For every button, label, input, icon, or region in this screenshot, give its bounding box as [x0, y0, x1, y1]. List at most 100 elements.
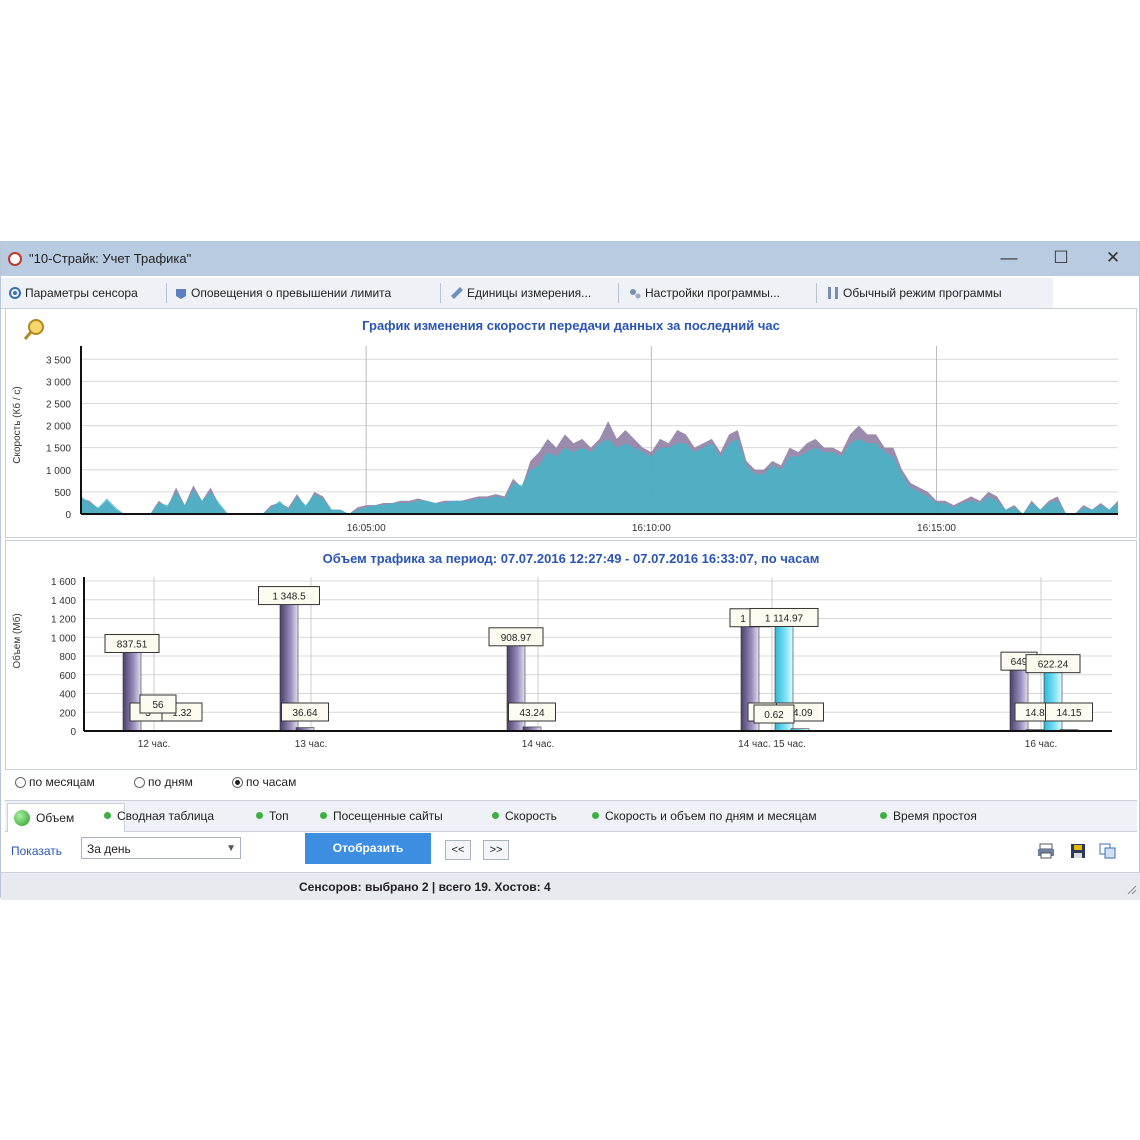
volume-data-label: 649	[1011, 657, 1028, 668]
copy-icon[interactable]	[1099, 843, 1117, 859]
volume-data-label: 837.51	[117, 639, 148, 650]
sensor-params-label: Параметры сенсора	[25, 286, 138, 300]
tab-speed-status-icon	[492, 812, 499, 819]
minimize-button[interactable]: —	[989, 246, 1029, 270]
ruler-icon	[451, 287, 463, 299]
volume-data-label: 908.97	[501, 633, 532, 644]
volume-data-label: 43.24	[519, 708, 544, 719]
volume-bar	[1009, 669, 1029, 732]
normal-mode-label: Обычный режим программы	[843, 286, 1002, 300]
maximize-button[interactable]: ☐	[1041, 246, 1081, 270]
tab-summary-status-icon	[104, 812, 111, 819]
tab-volume-label: Объем	[36, 811, 75, 825]
tab-speed-volume-status-icon	[592, 812, 599, 819]
volume-chart-panel: Объем трафика за период: 07.07.2016 12:2…	[5, 540, 1137, 770]
sensor-params-button[interactable]: Параметры сенсора	[5, 283, 167, 303]
alert-icon	[176, 289, 186, 299]
volume-x-tick-label: 16 час.	[1025, 739, 1057, 750]
volume-x-tick-label: 14 час. 15 час.	[738, 739, 806, 750]
tab-downtime-label: Время простоя	[893, 809, 977, 823]
prev-button[interactable]: <<	[445, 840, 471, 860]
speed-x-tick-label: 16:05:00	[347, 523, 386, 534]
volume-y-tick-label: 200	[59, 708, 76, 719]
next-button[interactable]: >>	[483, 840, 509, 860]
tab-sites-label: Посещенные сайты	[333, 809, 443, 823]
program-settings-button[interactable]: Настройки программы...	[625, 283, 817, 303]
speed-y-tick-label: 500	[54, 488, 71, 499]
volume-data-label: 1 348.5	[272, 592, 306, 603]
volume-x-tick-label: 12 час.	[138, 739, 170, 750]
tab-visited-sites[interactable]: Посещенные сайты	[315, 805, 443, 827]
speed-chart: Скорость (Кб / с) 3 500 3 000 2 500 2 000 1 …	[11, 346, 1118, 534]
volume-data-label: 1 114.97	[765, 613, 804, 624]
speed-y-tick-label: 2 000	[46, 422, 71, 433]
volume-y-tick-label: 800	[59, 652, 76, 663]
display-button[interactable]: Отобразить	[305, 833, 431, 864]
volume-y-axis-label: Объем (Мб)	[11, 613, 23, 668]
speed-y-tick-label: 1 000	[46, 466, 71, 477]
report-tabs: Объем Сводная таблица Топ Посещенные сай…	[5, 800, 1137, 832]
speed-x-tick-label: 16:10:00	[632, 523, 671, 534]
show-label: Показать	[11, 844, 63, 858]
volume-data-label: 0.62	[764, 710, 784, 721]
tab-speed[interactable]: Скорость	[487, 805, 557, 827]
volume-data-label: 56	[152, 700, 164, 711]
radio-by-day-dot	[134, 777, 145, 789]
volume-y-tick-label: 1 400	[51, 596, 76, 607]
radio-by-month[interactable]: по месяцам	[15, 775, 95, 789]
speed-y-axis-label: Скорость (Кб / с)	[11, 386, 23, 464]
volume-x-tick-label: 13 час.	[295, 739, 327, 750]
volume-y-tick-label: 1 000	[51, 633, 76, 644]
speed-y-tick-label: 2 500	[46, 399, 71, 410]
tab-top-label: Топ	[269, 809, 289, 823]
tab-speed-label: Скорость	[505, 809, 557, 823]
save-icon[interactable]	[1069, 843, 1087, 859]
limit-alerts-label: Оповещения о превышении лимита	[191, 286, 392, 300]
volume-y-tick-label: 400	[59, 690, 76, 701]
speed-chart-panel: График изменения скорости передачи данны…	[5, 308, 1137, 538]
tab-downtime[interactable]: Время простоя	[875, 805, 977, 827]
tab-summary-table[interactable]: Сводная таблица	[99, 805, 214, 827]
tab-speed-volume-days[interactable]: Скорость и объем по дням и месяцам	[587, 805, 817, 827]
mode-icon	[828, 287, 838, 299]
app-window: "10-Страйк: Учет Трафика" — ☐ ✕ Параметр…	[0, 241, 1140, 900]
speed-y-tick-label: 3 000	[46, 377, 71, 388]
volume-x-tick-label: 14 час.	[522, 739, 554, 750]
speed-y-tick-label: 1 500	[46, 444, 71, 455]
close-button[interactable]: ✕	[1093, 246, 1133, 270]
program-settings-label: Настройки программы...	[645, 286, 780, 300]
tab-top[interactable]: Топ	[251, 805, 289, 827]
radio-by-day-label: по дням	[148, 775, 193, 789]
volume-y-tick-label: 600	[59, 671, 76, 682]
tab-downtime-status-icon	[880, 812, 887, 819]
status-bar: Сенсоров: выбрано 2 | всего 19. Хостов: …	[1, 872, 1140, 900]
radio-by-hour[interactable]: по часам	[232, 775, 296, 789]
volume-data-label: 14.8	[1025, 708, 1045, 719]
units-label: Единицы измерения...	[467, 286, 592, 300]
period-select[interactable]: За день ▼	[81, 837, 241, 859]
units-button[interactable]: Единицы измерения...	[447, 283, 619, 303]
title-bar: "10-Страйк: Учет Трафика" — ☐ ✕	[1, 242, 1139, 276]
print-icon[interactable]	[1037, 843, 1055, 859]
radio-by-day[interactable]: по дням	[134, 775, 193, 789]
speed-x-tick-label: 16:15:00	[917, 523, 956, 534]
radio-by-hour-label: по часам	[246, 775, 297, 789]
volume-data-label: 36.64	[292, 708, 317, 719]
speed-y-tick-label: 3 500	[46, 355, 71, 366]
tab-summary-label: Сводная таблица	[117, 809, 215, 823]
volume-y-tick-label: 1 600	[51, 577, 76, 588]
speed-y-tick-label: 0	[65, 510, 71, 521]
radio-by-month-dot	[15, 777, 26, 789]
normal-mode-button[interactable]: Обычный режим программы	[823, 283, 1053, 303]
window-title: "10-Страйк: Учет Трафика"	[29, 251, 192, 266]
tab-speed-volume-label: Скорость и объем по дням и месяцам	[605, 809, 817, 823]
tab-top-status-icon	[256, 812, 263, 819]
volume-chart: Объем (Мб) 837.511 348.5908.971 126491 1…	[11, 577, 1112, 750]
app-logo-icon	[8, 252, 22, 266]
radio-by-month-label: по месяцам	[29, 775, 95, 789]
chevron-down-icon: ▼	[226, 843, 236, 854]
radio-by-hour-dot	[232, 777, 243, 789]
resize-grip-icon[interactable]	[1127, 885, 1137, 895]
status-text: Сенсоров: выбрано 2 | всего 19. Хостов: …	[299, 880, 551, 894]
limit-alerts-button[interactable]: Оповещения о превышении лимита	[171, 283, 441, 303]
